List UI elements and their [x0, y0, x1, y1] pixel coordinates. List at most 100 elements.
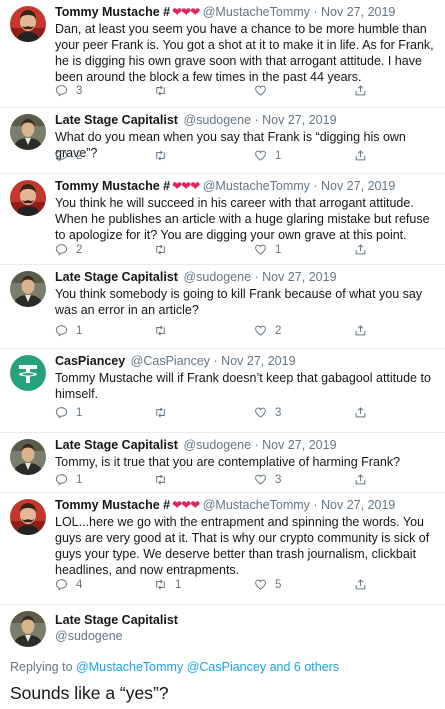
heart-emoji-icons: ❤❤❤	[172, 5, 200, 19]
author-name[interactable]: Tommy Mustache #	[55, 179, 170, 193]
reply-count: 2	[76, 149, 83, 162]
tweet[interactable]: Tommy Mustache # ❤❤❤ @MustacheTommy · Nov…	[0, 0, 445, 108]
tweet-date[interactable]: Nov 27, 2019	[262, 113, 336, 127]
retweet-button[interactable]	[154, 84, 254, 97]
reply-button[interactable]: 1	[55, 406, 154, 419]
avatar-image	[10, 114, 46, 150]
share-button[interactable]	[354, 406, 367, 419]
reply-count: 2	[76, 243, 83, 256]
author-name[interactable]: Late Stage Capitalist	[55, 113, 178, 127]
like-button[interactable]: 5	[254, 578, 354, 591]
avatar[interactable]	[10, 180, 46, 216]
like-button[interactable]: 1	[254, 243, 354, 256]
avatar-image	[10, 439, 46, 475]
separator-dot: ·	[309, 179, 322, 193]
share-button[interactable]	[354, 243, 367, 256]
author-handle[interactable]: @sudogene	[183, 438, 251, 452]
reply-icon	[55, 578, 68, 591]
avatar[interactable]	[10, 611, 46, 647]
tweet-text: You think somebody is going to kill Fran…	[55, 287, 423, 317]
mention-link[interactable]: @CasPiancey	[187, 660, 266, 674]
retweet-icon	[154, 406, 167, 419]
tweet-date[interactable]: Nov 27, 2019	[221, 354, 295, 368]
like-count: 1	[275, 149, 282, 162]
reply-button[interactable]: 2	[55, 243, 154, 256]
tweet-text: You think he will succeed in his career …	[55, 196, 430, 242]
author-handle[interactable]: @sudogene	[183, 270, 251, 284]
retweet-button[interactable]: 1	[154, 578, 254, 591]
reply-count: 3	[76, 84, 83, 97]
tweet-date[interactable]: Nov 27, 2019	[262, 438, 336, 452]
avatar[interactable]	[10, 439, 46, 475]
tweet[interactable]: Tommy Mustache # ❤❤❤ @MustacheTommy · Nov…	[0, 493, 445, 605]
tweet[interactable]: Late Stage Capitalist @sudogene · Nov 27…	[0, 108, 445, 174]
tweet-date[interactable]: Nov 27, 2019	[321, 5, 395, 19]
share-button[interactable]	[354, 324, 367, 337]
author-name[interactable]: Late Stage Capitalist	[55, 612, 439, 628]
author-handle[interactable]: @MustacheTommy	[203, 179, 310, 193]
tweet[interactable]: Tommy Mustache # ❤❤❤ @MustacheTommy · Nov…	[0, 174, 445, 265]
share-button[interactable]	[354, 149, 367, 162]
like-button[interactable]: 3	[254, 406, 354, 419]
reply-button[interactable]: 1	[55, 324, 154, 337]
tweet[interactable]: CasPiancey @CasPiancey · Nov 27, 2019 Tom…	[0, 349, 445, 433]
reply-button[interactable]: 1	[55, 473, 154, 486]
avatar-image	[10, 180, 46, 216]
tweet[interactable]: Late Stage Capitalist @sudogene · Nov 27…	[0, 265, 445, 349]
avatar[interactable]	[10, 499, 46, 535]
reply-button[interactable]: 3	[55, 84, 154, 97]
share-button[interactable]	[354, 84, 367, 97]
tweet-date[interactable]: Nov 27, 2019	[321, 179, 395, 193]
share-icon	[354, 243, 367, 256]
author-name[interactable]: Late Stage Capitalist	[55, 438, 178, 452]
author-handle[interactable]: @MustacheTommy	[203, 5, 310, 19]
author-name[interactable]: Tommy Mustache #	[55, 5, 170, 19]
retweet-icon	[154, 473, 167, 486]
author-handle[interactable]: @sudogene	[183, 113, 251, 127]
like-count: 3	[275, 406, 282, 419]
tweet-text: Dan, at least you seem you have a chance…	[55, 22, 434, 84]
reply-icon	[55, 406, 68, 419]
author-name[interactable]: Tommy Mustache #	[55, 498, 170, 512]
avatar[interactable]	[10, 6, 46, 42]
reply-button[interactable]: 2	[55, 149, 154, 162]
like-button[interactable]	[254, 84, 354, 97]
avatar[interactable]	[10, 271, 46, 307]
author-handle[interactable]: @MustacheTommy	[203, 498, 310, 512]
tweet[interactable]: Late Stage Capitalist @sudogene · Nov 27…	[0, 433, 445, 493]
tweet-actions: 3	[55, 84, 439, 97]
heart-icon	[254, 473, 267, 486]
retweet-button[interactable]	[154, 324, 254, 337]
others-link[interactable]: and 6 others	[270, 660, 340, 674]
avatar[interactable]	[10, 355, 46, 391]
share-button[interactable]	[354, 578, 367, 591]
like-button[interactable]: 3	[254, 473, 354, 486]
author-handle[interactable]: @CasPiancey	[131, 354, 210, 368]
separator-dot: ·	[309, 5, 322, 19]
replying-prefix: Replying to	[10, 660, 73, 674]
author-name[interactable]: CasPiancey	[55, 354, 125, 368]
retweet-button[interactable]	[154, 406, 254, 419]
retweet-button[interactable]	[154, 149, 254, 162]
reply-button[interactable]: 4	[55, 578, 154, 591]
tweet-date[interactable]: Nov 27, 2019	[262, 270, 336, 284]
avatar[interactable]	[10, 114, 46, 150]
retweet-icon	[154, 243, 167, 256]
author-handle[interactable]: @sudogene	[55, 628, 439, 644]
mention-link[interactable]: @MustacheTommy	[76, 660, 183, 674]
separator-dot: ·	[210, 354, 222, 368]
share-button[interactable]	[354, 473, 367, 486]
separator-dot: ·	[251, 270, 263, 284]
tweet-text: Tommy, is it true that you are contempla…	[55, 455, 401, 469]
heart-emoji-icons: ❤❤❤	[172, 498, 200, 512]
share-icon	[354, 473, 367, 486]
like-button[interactable]: 1	[254, 149, 354, 162]
retweet-button[interactable]	[154, 473, 254, 486]
like-button[interactable]: 2	[254, 324, 354, 337]
author-name[interactable]: Late Stage Capitalist	[55, 270, 178, 284]
avatar-image	[10, 499, 46, 535]
retweet-button[interactable]	[154, 243, 254, 256]
avatar-image	[10, 355, 46, 391]
tweet-date[interactable]: Nov 27, 2019	[321, 498, 395, 512]
share-icon	[354, 149, 367, 162]
